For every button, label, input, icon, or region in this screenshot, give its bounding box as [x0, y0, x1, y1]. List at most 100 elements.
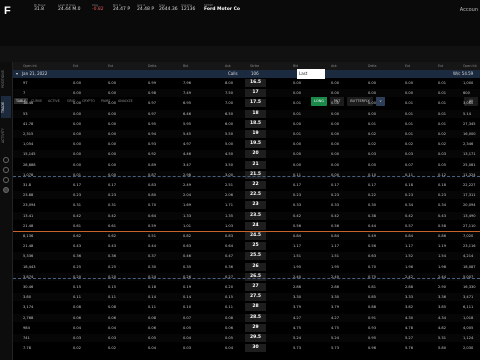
put-cell[interactable]: 0.01 — [405, 112, 413, 116]
put-cell[interactable]: 16,000 — [463, 132, 476, 136]
call-cell[interactable]: 0.07 — [183, 316, 191, 320]
call-cell[interactable]: 18.46 — [23, 101, 33, 105]
put-cell[interactable]: 27,110 — [463, 224, 476, 228]
info-icon[interactable] — [3, 187, 9, 193]
put-cell[interactable]: 0.17 — [293, 183, 301, 187]
call-cell[interactable]: 0.00 — [73, 101, 81, 105]
chart-icon[interactable] — [3, 167, 9, 173]
put-cell[interactable]: 0.91 — [368, 316, 376, 320]
put-cell[interactable]: 0.02 — [438, 132, 446, 136]
call-cell[interactable]: 0.00 — [108, 112, 116, 116]
table-row[interactable]: 7.78 0.02 0.02 0.04 0.03 0.04 30 5.73 5.73 0.96 5.… — [13, 344, 480, 353]
call-cell[interactable]: 0.80 — [148, 193, 156, 197]
call-cell[interactable]: 0.35 — [183, 265, 191, 269]
call-cell[interactable]: 0.08 — [148, 316, 156, 320]
call-cell[interactable]: 0.47 — [225, 254, 233, 258]
put-cell[interactable]: 0.00 — [368, 91, 376, 95]
put-cell[interactable]: 1.98 — [438, 265, 446, 269]
call-cell[interactable]: 0.14 — [148, 295, 156, 299]
table-row[interactable]: 2,315 0.00 0.00 0.94 5.45 5.50 19 0.01 0.00 0.02 0… — [13, 130, 480, 138]
call-cell[interactable]: 984 — [23, 326, 30, 330]
put-cell[interactable]: 0.17 — [368, 183, 376, 187]
put-cell[interactable]: 4.75 — [331, 326, 339, 330]
call-cell[interactable]: 0.17 — [108, 183, 116, 187]
call-cell[interactable]: 0.03 — [183, 346, 191, 350]
put-cell[interactable]: 0.49 — [368, 234, 376, 238]
call-cell[interactable]: 0.00 — [108, 142, 116, 146]
call-cell[interactable]: 7.96 — [183, 81, 191, 85]
call-cell[interactable]: 21.48 — [23, 244, 33, 248]
put-cell[interactable]: 0.00 — [331, 163, 339, 167]
call-cell[interactable]: 1.71 — [225, 203, 233, 207]
put-cell[interactable]: 0.00 — [331, 91, 339, 95]
call-column-header[interactable]: Ext — [73, 64, 78, 68]
call-cell[interactable]: 5.00 — [225, 142, 233, 146]
call-cell[interactable]: 3.47 — [183, 163, 191, 167]
call-cell[interactable]: 0.83 — [148, 183, 156, 187]
call-cell[interactable]: 8,136 — [23, 234, 33, 238]
table-row[interactable]: 7 0.00 0.00 0.98 7.49 7.50 17 0.00 0.00 0.00 0.00 0… — [13, 89, 480, 98]
table-row[interactable]: 5,336 0.36 0.36 0.37 0.46 0.47 25.5 1.51 1.51 0.6… — [13, 252, 480, 261]
put-column-header[interactable]: Bid — [293, 64, 298, 68]
call-cell[interactable]: 0.06 — [225, 326, 233, 330]
call-cell[interactable]: 0.05 — [183, 326, 191, 330]
call-cell[interactable]: 0.98 — [148, 91, 156, 95]
call-cell[interactable]: 0.11 — [148, 305, 156, 309]
call-cell[interactable]: 0.00 — [73, 163, 81, 167]
call-cell[interactable]: 0.92 — [148, 152, 156, 156]
put-cell[interactable]: 0.00 — [293, 81, 301, 85]
call-cell[interactable]: 0.00 — [73, 81, 81, 85]
call-cell[interactable]: 0.23 — [73, 193, 81, 197]
call-cell[interactable]: 0.06 — [108, 316, 116, 320]
table-row[interactable]: 2,768 0.06 0.06 0.08 0.07 0.08 28.5 4.27 4.27 0.9… — [13, 313, 480, 322]
table-row[interactable]: 8,136 0.62 0.62 0.51 0.82 0.83 24.5 0.84 0.84 0.4… — [13, 232, 480, 240]
call-cell[interactable]: 0.02 — [108, 346, 116, 350]
put-cell[interactable]: 0.56 — [293, 224, 301, 228]
call-cell[interactable]: 4.50 — [225, 152, 233, 156]
put-cell[interactable]: 0.00 — [405, 91, 413, 95]
put-cell[interactable]: 0.02 — [405, 142, 413, 146]
call-cell[interactable]: 7.00 — [225, 101, 233, 105]
put-cell[interactable]: 1.17 — [405, 244, 413, 248]
put-cell[interactable]: 0.01 — [438, 122, 446, 126]
call-cell[interactable]: 0.97 — [148, 112, 156, 116]
put-cell[interactable]: 2.86 — [331, 285, 339, 289]
call-cell[interactable]: 4.97 — [183, 142, 191, 146]
call-cell[interactable]: 0.97 — [148, 101, 156, 105]
put-cell[interactable]: 0.01 — [293, 132, 301, 136]
table-row[interactable]: 31.8 0.17 0.17 0.83 2.49 2.51 22 0.17 0.17 0.17 0.… — [13, 181, 480, 189]
put-cell[interactable]: 1.52 — [405, 254, 413, 258]
put-cell[interactable]: 0.58 — [438, 224, 446, 228]
table-row[interactable]: 23.88 0.23 0.23 0.80 2.04 2.06 22.5 0.23 0.23 0.2… — [13, 191, 480, 200]
put-column-header[interactable]: Ask — [331, 64, 337, 68]
put-cell[interactable]: 0.00 — [331, 81, 339, 85]
call-cell[interactable]: 0.00 — [108, 152, 116, 156]
put-cell[interactable]: 4,005 — [463, 326, 473, 330]
put-cell[interactable]: 1.95 — [293, 265, 301, 269]
call-cell[interactable]: 0.05 — [225, 336, 233, 340]
put-cell[interactable]: 0.81 — [368, 285, 376, 289]
call-cell[interactable]: 0.15 — [225, 295, 233, 299]
put-cell[interactable]: 0.01 — [405, 101, 413, 105]
put-cell[interactable]: 5.27 — [405, 336, 413, 340]
call-cell[interactable]: 0.00 — [108, 101, 116, 105]
call-column-header[interactable]: Bid — [183, 64, 188, 68]
put-cell[interactable]: 4.27 — [293, 316, 301, 320]
call-cell[interactable]: 0.00 — [108, 122, 116, 126]
put-column-header[interactable]: Ext — [405, 64, 410, 68]
put-cell[interactable]: 4.78 — [405, 326, 413, 330]
call-cell[interactable]: 0.61 — [73, 224, 81, 228]
put-cell[interactable]: 16,330 — [463, 285, 476, 289]
call-cell[interactable]: 6.95 — [183, 101, 191, 105]
call-cell[interactable]: 0.30 — [148, 265, 156, 269]
call-cell[interactable]: 0.42 — [108, 214, 116, 218]
call-cell[interactable]: 0.11 — [73, 295, 81, 299]
call-cell[interactable]: 5.45 — [183, 132, 191, 136]
table-row[interactable]: 18,443 0.25 0.25 0.30 0.35 0.36 26 1.95 1.95 0.70… — [13, 262, 480, 271]
put-cell[interactable]: 1,018 — [463, 316, 473, 320]
put-cell[interactable]: 4.27 — [331, 316, 339, 320]
put-cell[interactable]: 0.23 — [438, 193, 446, 197]
table-row[interactable]: 3,874 0.20 0.20 0.24 0.26 0.27 26.5 2.40 2.40 0.7… — [13, 272, 480, 281]
call-cell[interactable]: 15,145 — [23, 152, 36, 156]
call-cell[interactable]: 0.31 — [73, 203, 81, 207]
